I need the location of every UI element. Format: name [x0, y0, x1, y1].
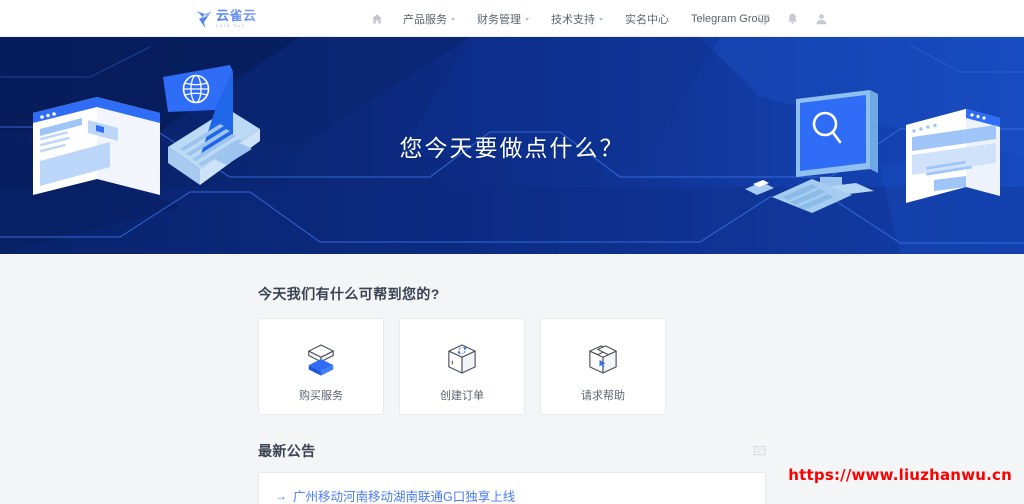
brand-name-en: Lark Yun [216, 22, 246, 28]
home-icon [372, 13, 382, 24]
announcements-title: 最新公告 [258, 443, 316, 459]
card-request-help[interactable]: 请求帮助 [540, 318, 666, 415]
announcement-item[interactable]: → 广州移动河南移动湖南联通G口独享上线 [275, 486, 749, 504]
announcements-list: → 广州移动河南移动湖南联通G口独享上线 [258, 472, 766, 504]
nav-item-products[interactable]: 产品服务 [392, 0, 466, 37]
lark-bird-icon [197, 10, 212, 28]
nav-label: 产品服务 [403, 13, 447, 26]
hero-banner: 您今天要做点什么？ [0, 37, 1024, 254]
card-buy-service[interactable]: 购买服务 [258, 318, 384, 415]
cart-icon[interactable] [757, 12, 770, 26]
main-nav: 产品服务 财务管理 技术支持 实名中心 Telegram Group [362, 0, 781, 37]
page-root: 云雀云 Lark Yun 产品服务 财务管理 技术支持 实名中心 Telegra… [0, 0, 1024, 504]
arrow-right-icon: → [275, 488, 287, 503]
nav-label: 实名中心 [625, 13, 669, 26]
box-download-icon [300, 338, 342, 380]
flag-icon[interactable] [753, 445, 766, 458]
top-action-icons [757, 0, 828, 37]
quick-action-cards: 购买服务 创建订单 请求帮助 [258, 318, 766, 415]
nav-item-realname[interactable]: 实名中心 [614, 0, 680, 37]
chevron-down-icon [525, 18, 529, 21]
nav-item-support[interactable]: 技术支持 [540, 0, 614, 37]
chevron-down-icon [599, 18, 603, 21]
box-cursor-icon [582, 338, 624, 380]
brand-name-cn: 云雀云 [216, 8, 257, 24]
brand-logo[interactable]: 云雀云 Lark Yun [196, 5, 282, 32]
card-label: 请求帮助 [581, 390, 625, 402]
card-create-order[interactable]: 创建订单 [399, 318, 525, 415]
nav-label: 财务管理 [477, 13, 521, 26]
card-label: 购买服务 [299, 390, 343, 402]
announcements-header: 最新公告 [258, 441, 766, 461]
box-refresh-icon [441, 338, 483, 380]
help-section-title: 今天我们有什么可帮到您的? [258, 286, 440, 302]
watermark-url: https://www.liuzhanwu.cn [788, 466, 1012, 484]
hero-title: 您今天要做点什么？ [399, 134, 625, 161]
nav-item-finance[interactable]: 财务管理 [466, 0, 540, 37]
nav-label: 技术支持 [551, 13, 595, 26]
nav-item-home[interactable] [362, 0, 392, 37]
user-icon[interactable] [815, 12, 828, 26]
card-label: 创建订单 [440, 390, 484, 402]
chevron-down-icon [451, 18, 455, 21]
announcement-link[interactable]: 广州移动河南移动湖南联通G口独享上线 [293, 486, 515, 504]
top-navigation-bar: 云雀云 Lark Yun 产品服务 财务管理 技术支持 实名中心 Telegra… [0, 0, 1024, 37]
bell-icon[interactable] [786, 12, 799, 26]
